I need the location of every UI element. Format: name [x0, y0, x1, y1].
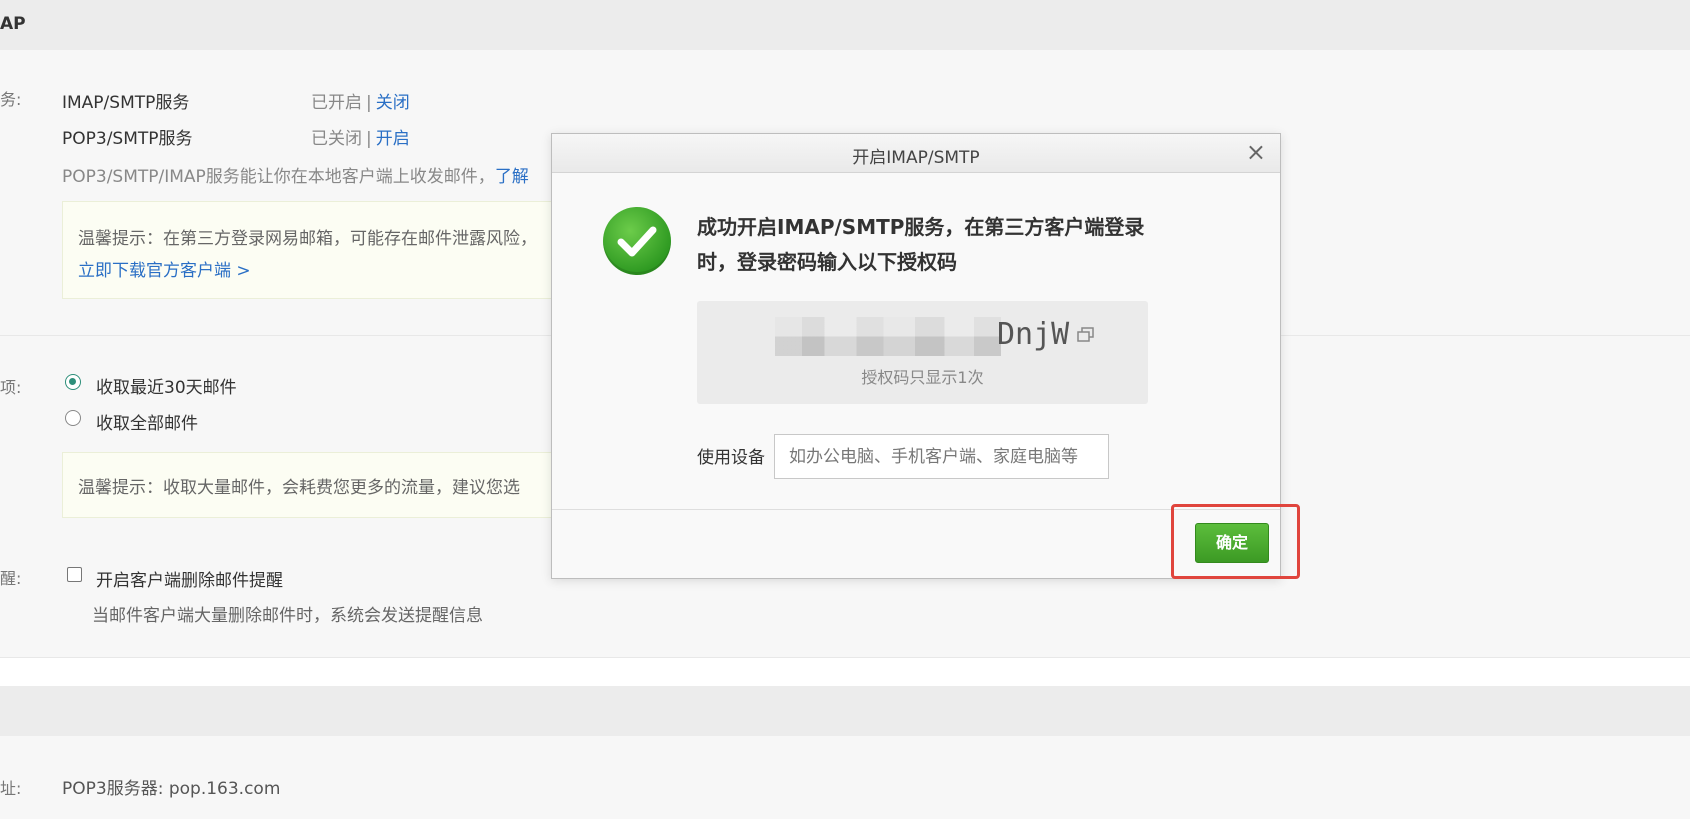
section-title: AP	[0, 14, 26, 34]
close-icon[interactable]: ×	[1246, 140, 1266, 164]
delete-reminder-checkbox[interactable]	[67, 567, 82, 582]
pop3-open-link[interactable]: 开启	[376, 129, 410, 149]
imap-status-text: 已开启	[311, 93, 362, 113]
reminder-row-label: 醒:	[0, 569, 22, 588]
delete-reminder-label: 开启客户端删除邮件提醒	[96, 571, 283, 591]
radio-recent-30-days-label: 收取最近30天邮件	[96, 378, 237, 398]
imap-service-name: IMAP/SMTP服务	[62, 93, 190, 113]
imap-close-link[interactable]: 关闭	[376, 93, 410, 113]
device-label: 使用设备	[697, 448, 765, 468]
radio-all-mail[interactable]	[65, 410, 81, 426]
radio-all-mail-label: 收取全部邮件	[96, 414, 198, 434]
traffic-tip-text: 温馨提示：收取大量邮件，会耗费您更多的流量，建议您选	[78, 478, 520, 498]
delete-reminder-note: 当邮件客户端大量删除邮件时，系统会发送提醒信息	[92, 606, 483, 626]
auth-code-visible: DnjW	[997, 317, 1070, 352]
dialog-header: 开启IMAP/SMTP ×	[552, 134, 1280, 173]
client-tip-text: 温馨提示：在第三方登录网易邮箱，可能存在邮件泄露风险，	[78, 229, 537, 249]
section-header: AP	[0, 0, 1690, 50]
auth-code-redacted	[775, 317, 1001, 356]
device-input[interactable]	[774, 434, 1109, 479]
server-section-header	[0, 686, 1690, 736]
pop3-server-address: POP3服务器: pop.163.com	[62, 779, 281, 799]
learn-more-link[interactable]: 了解	[495, 167, 529, 187]
confirm-button-highlight	[1171, 504, 1300, 579]
pop3-service-name: POP3/SMTP服务	[62, 129, 193, 149]
server-row-label: 址:	[0, 779, 22, 798]
section-gap	[0, 658, 1690, 686]
imap-service-status: 已开启 | 关闭	[311, 93, 410, 113]
services-description-text: POP3/SMTP/IMAP服务能让你在本地客户端上收发邮件，	[62, 167, 495, 187]
radio-recent-30-days[interactable]	[65, 374, 81, 390]
client-tip-box: 温馨提示：在第三方登录网易邮箱，可能存在邮件泄露风险， 立即下载官方客户端 >	[62, 201, 584, 299]
copy-icon[interactable]	[1077, 327, 1095, 343]
services-description: POP3/SMTP/IMAP服务能让你在本地客户端上收发邮件，了解	[62, 162, 529, 187]
dialog-title: 开启IMAP/SMTP	[852, 148, 980, 168]
auth-code-note: 授权码只显示1次	[861, 368, 984, 387]
download-client-link[interactable]: 立即下载官方客户端 >	[78, 256, 251, 281]
pop3-service-status: 已关闭 | 开启	[311, 129, 410, 149]
auth-code-box: DnjW 授权码只显示1次	[697, 301, 1148, 404]
receive-row-label: 项:	[0, 378, 22, 397]
traffic-tip-box: 温馨提示：收取大量邮件，会耗费您更多的流量，建议您选	[62, 452, 584, 518]
success-check-icon	[603, 207, 671, 275]
services-row-label: 务:	[0, 90, 22, 109]
pop3-status-text: 已关闭	[311, 129, 362, 149]
success-message: 成功开启IMAP/SMTP服务，在第三方客户端登录时，登录密码输入以下授权码	[697, 215, 1145, 274]
